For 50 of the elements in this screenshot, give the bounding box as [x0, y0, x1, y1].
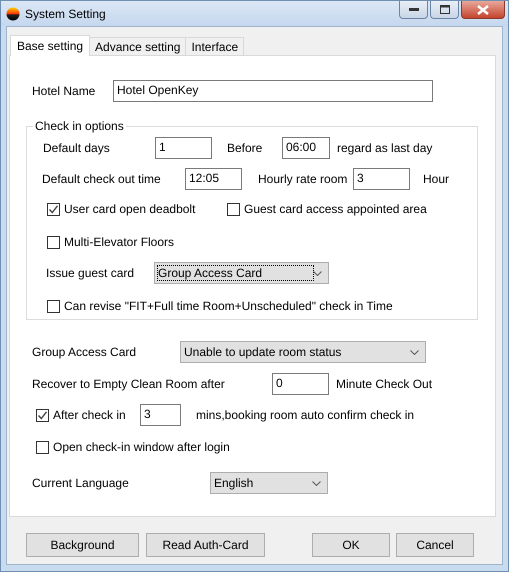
close-icon — [477, 4, 489, 14]
field-label: Recover to Empty Clean Room after — [32, 377, 226, 391]
chevron-icon — [313, 270, 322, 276]
room-status-dropdown[interactable]: Unable to update room status — [180, 341, 426, 363]
field-label: Hour — [423, 172, 450, 186]
chevron-icon — [410, 350, 419, 354]
checkbox[interactable]: Can revise "FIT+Full time Room+Unscheduled" check in Time — [47, 299, 393, 313]
language-dropdown[interactable]: English — [210, 472, 328, 494]
dialog-button[interactable]: Read Auth-Card — [146, 533, 265, 557]
field-label: Hourly rate room — [258, 172, 348, 186]
minutes-field[interactable]: 3 — [140, 404, 181, 426]
dialog-button[interactable]: Background — [26, 533, 139, 557]
minimize-button[interactable] — [399, 1, 428, 19]
field-label: Default days — [43, 141, 111, 155]
hotel-name-field[interactable]: Hotel OpenKey — [113, 80, 433, 102]
field-label: Hotel Name — [32, 84, 96, 98]
checkbox[interactable]: User card open deadbolt — [47, 202, 227, 216]
app-icon — [6, 6, 20, 20]
field-label: Issue guest card — [46, 266, 136, 280]
field-label: Default check out time — [42, 172, 162, 186]
field-label: mins,booking room auto confirm check in — [196, 408, 414, 422]
hourly-rate-field[interactable]: 3 — [353, 168, 410, 190]
checkbox[interactable]: Open check-in window after login — [36, 440, 230, 454]
dialog-button[interactable]: Cancel — [396, 533, 474, 557]
maximize-button[interactable] — [430, 1, 459, 19]
check-out-time-field[interactable]: 12:05 — [185, 168, 242, 190]
checkbox[interactable]: After check in — [36, 408, 140, 422]
card-type-dropdown[interactable]: Group Access Card — [154, 262, 329, 284]
dialog-button[interactable]: OK — [312, 533, 390, 557]
group-title: Check in options — [33, 119, 126, 133]
minimize-icon — [408, 8, 418, 12]
minutes-field[interactable]: 0 — [272, 373, 329, 395]
default-days-field[interactable]: 1 — [155, 137, 212, 159]
checkbox[interactable]: Multi-Elevator Floors — [47, 235, 174, 249]
checkbox[interactable]: Guest card access appointed area — [227, 202, 427, 216]
check-icon — [37, 410, 48, 420]
field-label: Current Language — [32, 476, 130, 490]
chevron-icon — [312, 480, 321, 486]
check-icon — [48, 204, 59, 214]
tab[interactable]: Base setting — [10, 35, 90, 56]
window-title: System Setting — [25, 6, 106, 20]
tab[interactable]: Interface — [185, 37, 244, 55]
field-label: Minute Check Out — [336, 377, 432, 391]
field-label: Group Access Card — [32, 345, 138, 359]
tab[interactable]: Advance setting — [89, 37, 186, 55]
field-label: regard as last day — [337, 141, 432, 155]
time-field[interactable]: 06:00 — [282, 137, 330, 159]
field-label: Before — [227, 141, 264, 155]
maximize-icon — [440, 5, 450, 14]
close-button[interactable] — [461, 1, 505, 19]
